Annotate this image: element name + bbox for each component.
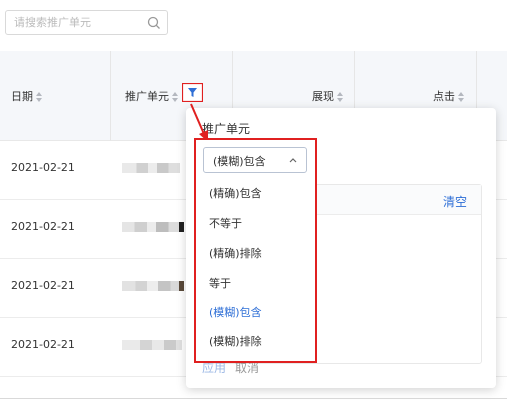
column-header-unit[interactable]: 推广单元 [125, 88, 178, 104]
sort-icon[interactable] [458, 92, 464, 102]
cancel-button[interactable]: 取消 [235, 361, 259, 375]
search-input[interactable] [14, 14, 134, 31]
column-header-label: 推广单元 [125, 90, 169, 103]
search-box[interactable] [5, 10, 168, 35]
redacted-unit-name [122, 222, 184, 232]
select-value: (模糊)包含 [213, 155, 266, 168]
date-cell: 2021-02-21 [11, 220, 75, 233]
table-bottom-border [0, 398, 507, 399]
date-cell: 2021-02-21 [11, 338, 75, 351]
column-divider [110, 51, 111, 141]
match-type-dropdown: (模糊)包含 (精确)包含 不等于 (精确)排除 等于 (模糊)包含 (模糊)排… [194, 138, 317, 363]
column-header-impressions[interactable]: 展现 [312, 88, 343, 104]
sort-icon[interactable] [337, 92, 343, 102]
option-equal[interactable]: 等于 [209, 275, 231, 291]
redacted-unit-name [122, 281, 184, 291]
option-not-equal[interactable]: 不等于 [209, 215, 242, 231]
sort-icon[interactable] [172, 92, 178, 102]
sort-icon[interactable] [36, 92, 42, 102]
search-icon[interactable] [146, 15, 162, 31]
option-exact-exclude[interactable]: (精确)排除 [209, 245, 262, 261]
column-header-clicks[interactable]: 点击 [433, 88, 464, 104]
redacted-unit-name [122, 340, 182, 350]
chevron-up-icon[interactable] [288, 155, 298, 165]
date-cell: 2021-02-21 [11, 161, 75, 174]
column-header-date[interactable]: 日期 [11, 88, 42, 104]
clear-button[interactable]: 清空 [443, 193, 467, 210]
column-header-label: 日期 [11, 90, 33, 103]
option-exact-contains[interactable]: (精确)包含 [209, 185, 262, 201]
match-type-select[interactable]: (模糊)包含 [203, 147, 307, 173]
redacted-unit-name [122, 163, 180, 173]
date-cell: 2021-02-21 [11, 279, 75, 292]
column-header-label: 展现 [312, 90, 334, 103]
option-fuzzy-exclude[interactable]: (模糊)排除 [209, 333, 262, 349]
apply-button[interactable]: 应用 [202, 361, 226, 375]
column-header-label: 点击 [433, 90, 455, 103]
option-fuzzy-contains[interactable]: (模糊)包含 [209, 304, 262, 320]
